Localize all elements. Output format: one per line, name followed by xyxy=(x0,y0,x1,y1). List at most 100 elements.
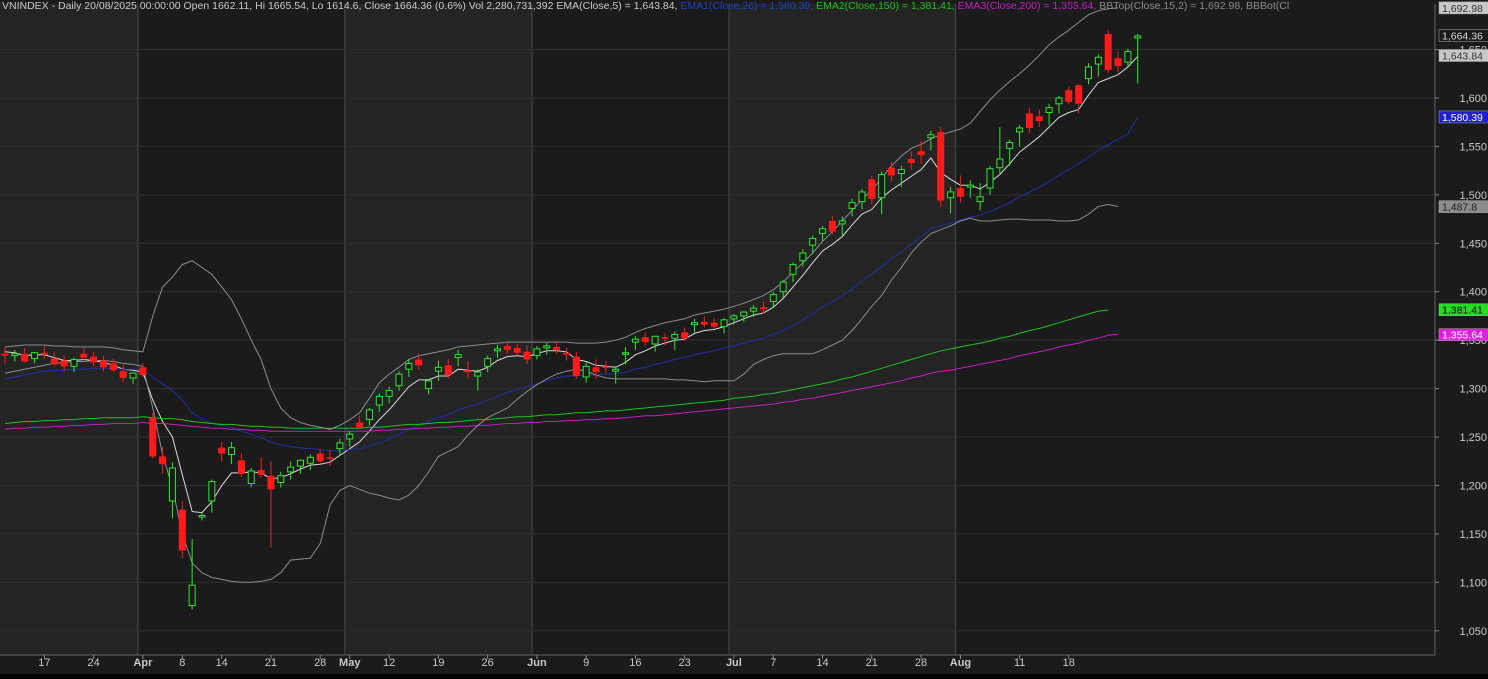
candle-body-up xyxy=(750,307,758,312)
y-tick-label: 1,400 xyxy=(1459,287,1487,299)
price-badge-text: 1,487.8 xyxy=(1442,202,1477,214)
candle-body-up xyxy=(582,365,590,378)
price-badge-ema5: 1,643.84 xyxy=(1438,49,1488,62)
candle-body-down xyxy=(523,351,531,360)
candle-body-up xyxy=(31,352,39,360)
y-tick-label: 1,300 xyxy=(1459,384,1487,396)
candle-body-down xyxy=(159,456,167,465)
candle-body-down xyxy=(1,353,9,356)
header-segment: BBTop(Close,15,2) = 1,692.98, BBBot(Cl xyxy=(1099,0,1290,12)
candle-body-up xyxy=(838,220,846,225)
candle-body-up xyxy=(966,184,974,188)
candle-body-up xyxy=(474,371,482,377)
candle-body-up xyxy=(297,459,304,467)
month-band xyxy=(344,4,532,655)
candle-body-up xyxy=(434,366,442,372)
candle-body-up xyxy=(70,359,78,367)
candle-body-down xyxy=(178,509,186,551)
y-tick-label: 1,050 xyxy=(1459,626,1487,638)
candle-body-up xyxy=(1134,35,1142,39)
x-tick-label: 21 xyxy=(866,657,878,669)
candle-body-up xyxy=(228,447,236,455)
candle-body-down xyxy=(149,417,157,457)
candle-body-up xyxy=(720,319,728,328)
price-badge-bbtop: 1,692.98 xyxy=(1438,1,1488,15)
candle-body-down xyxy=(237,460,245,474)
candle-body-up xyxy=(858,191,866,203)
candle-body-up xyxy=(1016,127,1024,133)
candle-body-up xyxy=(247,470,255,485)
candle-body-up xyxy=(631,338,639,343)
price-badge-close: 1,664.36 xyxy=(1438,29,1488,43)
candle-body-up xyxy=(365,409,373,421)
candle-body-down xyxy=(316,453,324,462)
candle-body-up xyxy=(996,158,1004,169)
price-badge-text: 1,381.41 xyxy=(1442,305,1483,317)
candle-body-down xyxy=(109,363,117,371)
candle-body-down xyxy=(700,321,708,325)
y-tick-label: 1,150 xyxy=(1459,529,1487,541)
header-segment: EMA2(Close,150) = 1,381.41, xyxy=(816,0,958,12)
candle-body-down xyxy=(937,131,945,201)
candle-body-up xyxy=(405,362,413,370)
x-tick-label: Apr xyxy=(133,657,153,669)
candle-body-up xyxy=(385,390,393,397)
candle-body-down xyxy=(1114,58,1122,66)
candle-body-down xyxy=(710,322,718,327)
y-tick-label: 1,500 xyxy=(1459,190,1487,202)
candle-body-up xyxy=(819,228,827,235)
candle-body-up xyxy=(306,456,314,464)
candle-body-down xyxy=(759,307,767,310)
candle-body-up xyxy=(612,368,620,372)
candle-body-up xyxy=(730,315,738,320)
candle-body-up xyxy=(484,358,492,367)
candle-body-up xyxy=(336,442,344,450)
candle-body-up xyxy=(454,354,462,359)
candle-body-down xyxy=(80,353,88,358)
candle-body-up xyxy=(779,281,787,293)
candle[interactable] xyxy=(937,127,945,208)
candle-body-down xyxy=(257,469,265,475)
y-tick-label: 1,600 xyxy=(1459,93,1487,105)
header-segment: VNINDEX - Daily 20/08/2025 00:00:00 Open… xyxy=(2,0,681,12)
candle-body-down xyxy=(100,360,107,368)
candle-body-up xyxy=(168,467,176,502)
candle-body-down xyxy=(1025,113,1033,128)
candle-body-down xyxy=(681,332,689,339)
candle[interactable] xyxy=(1104,30,1112,73)
candle-body-down xyxy=(513,347,521,353)
header-segment: EMA1(Close,26) = 1,580.39, xyxy=(680,0,817,12)
candle-body-up xyxy=(425,380,433,390)
candle-body-up xyxy=(809,237,817,246)
candle-body-up xyxy=(799,252,807,262)
candle-body-up xyxy=(543,345,551,349)
candle-body-up xyxy=(375,395,383,406)
candle-body-up xyxy=(878,174,886,199)
x-tick-label: 28 xyxy=(314,657,326,669)
x-tick-label: 8 xyxy=(179,657,185,669)
stock-chart[interactable]: 1,050 1,100 1,150 1,200 1,250 1,300 1,350 1,400… xyxy=(0,0,1488,674)
candle-body-up xyxy=(769,294,777,302)
candle-body-down xyxy=(868,179,876,199)
candle-body-down xyxy=(218,447,226,454)
candle-body-down xyxy=(40,352,48,355)
candle-body-down xyxy=(60,360,68,367)
candle-body-down xyxy=(90,356,98,363)
candle-body-down xyxy=(907,159,915,163)
candle-body-up xyxy=(1045,107,1053,113)
candle-body-up xyxy=(986,168,994,189)
candle-body-down xyxy=(661,337,669,339)
candle-body-up xyxy=(277,475,285,484)
price-badge-text: 1,664.36 xyxy=(1442,31,1483,43)
y-tick-label: 1,200 xyxy=(1459,480,1487,492)
chart-canvas[interactable]: 1,0501,1001,1501,2001,2501,3001,3501,400… xyxy=(0,0,1488,674)
candle[interactable] xyxy=(149,412,157,459)
x-tick-label: 9 xyxy=(583,657,589,669)
x-tick-label: 28 xyxy=(915,657,927,669)
x-tick-label: May xyxy=(339,657,361,669)
candle-body-down xyxy=(1035,116,1043,122)
x-tick-label: 21 xyxy=(265,657,277,669)
month-band xyxy=(728,4,956,655)
candle-body-down xyxy=(917,151,925,156)
candle-body-up xyxy=(1124,50,1132,63)
